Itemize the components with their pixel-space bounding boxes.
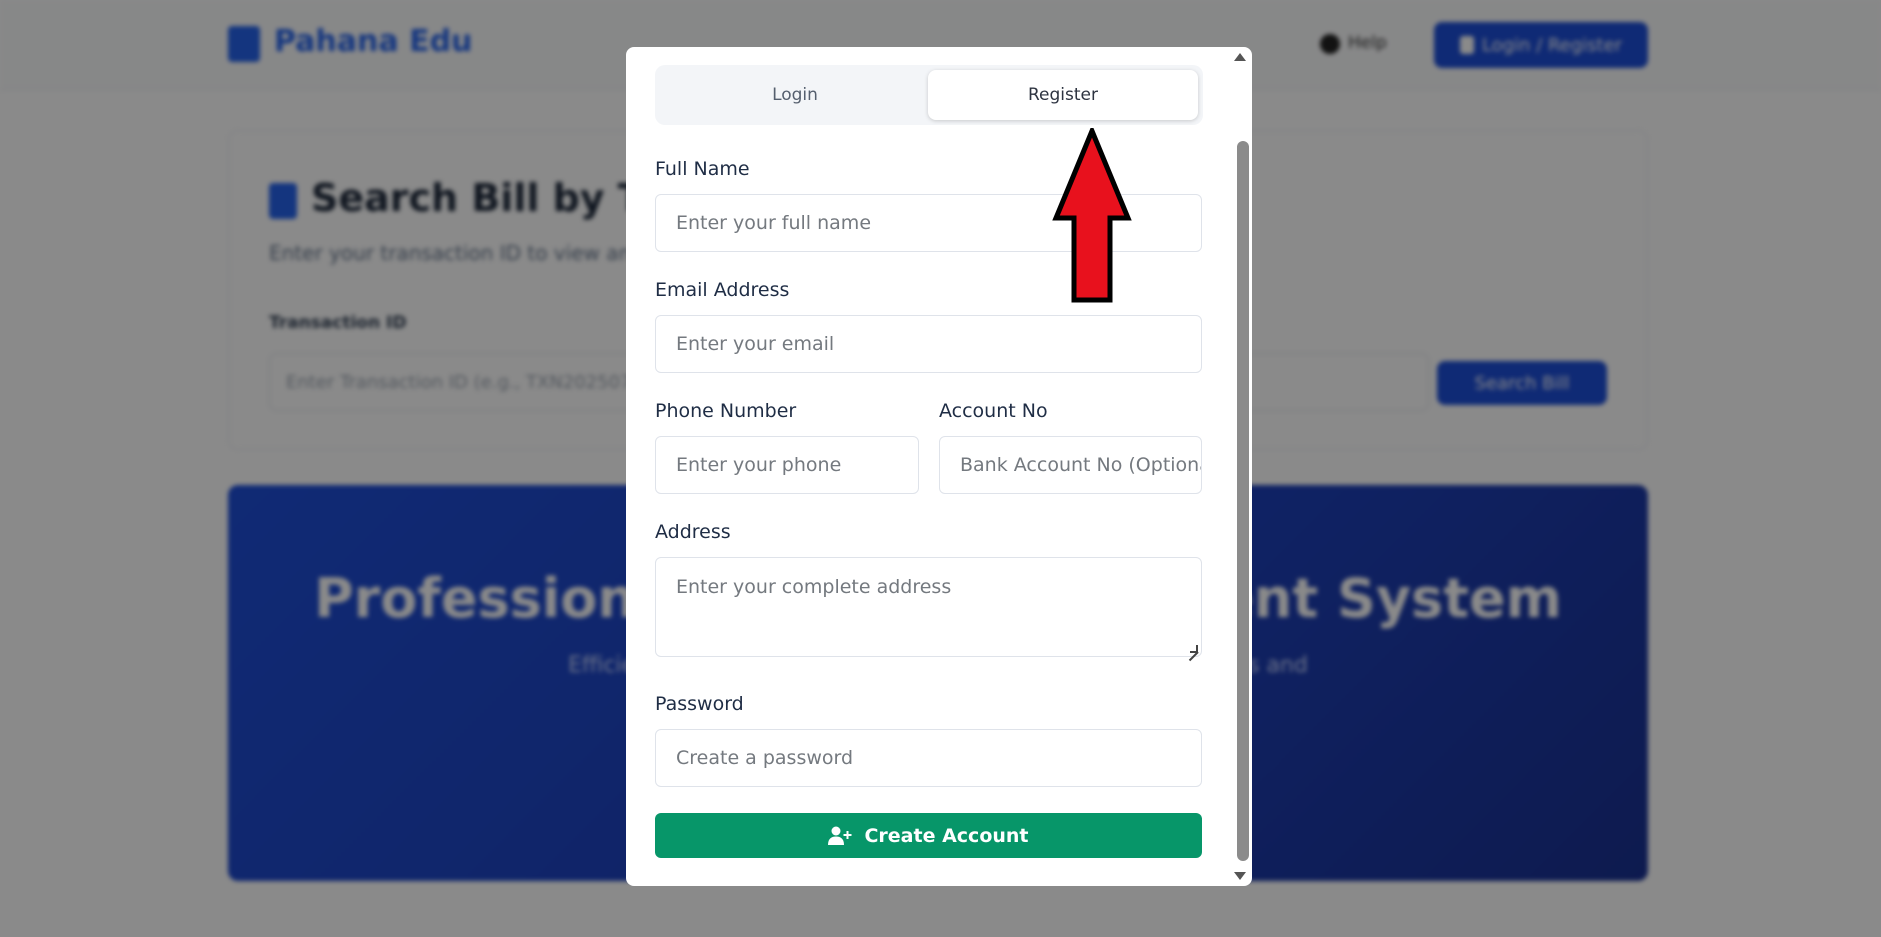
annotation-arrow-icon: [1052, 128, 1132, 303]
account-no-input[interactable]: Bank Account No (Optional): [939, 436, 1202, 494]
auth-tabs: Login Register: [655, 65, 1203, 125]
create-account-button[interactable]: Create Account: [655, 813, 1202, 858]
phone-input[interactable]: Enter your phone: [655, 436, 919, 494]
address-placeholder: Enter your complete address: [676, 576, 952, 598]
create-account-label: Create Account: [864, 824, 1029, 847]
resize-handle-icon[interactable]: [1190, 645, 1198, 653]
account-no-label: Account No: [939, 400, 1048, 422]
email-input[interactable]: Enter your email: [655, 315, 1202, 373]
address-textarea[interactable]: Enter your complete address: [655, 557, 1202, 657]
address-label: Address: [655, 521, 731, 543]
password-input[interactable]: Create a password: [655, 729, 1202, 787]
email-label: Email Address: [655, 279, 790, 301]
full-name-label: Full Name: [655, 158, 750, 180]
auth-modal: Login Register Full Name Enter your full…: [626, 47, 1252, 886]
password-label: Password: [655, 693, 744, 715]
user-plus-icon: [828, 826, 852, 845]
phone-label: Phone Number: [655, 400, 797, 422]
scroll-down-arrow-icon[interactable]: [1234, 872, 1246, 880]
tab-login[interactable]: Login: [660, 70, 930, 120]
modal-scrollbar[interactable]: [1237, 141, 1249, 861]
scroll-up-arrow-icon[interactable]: [1234, 53, 1246, 61]
tab-register[interactable]: Register: [928, 70, 1198, 120]
